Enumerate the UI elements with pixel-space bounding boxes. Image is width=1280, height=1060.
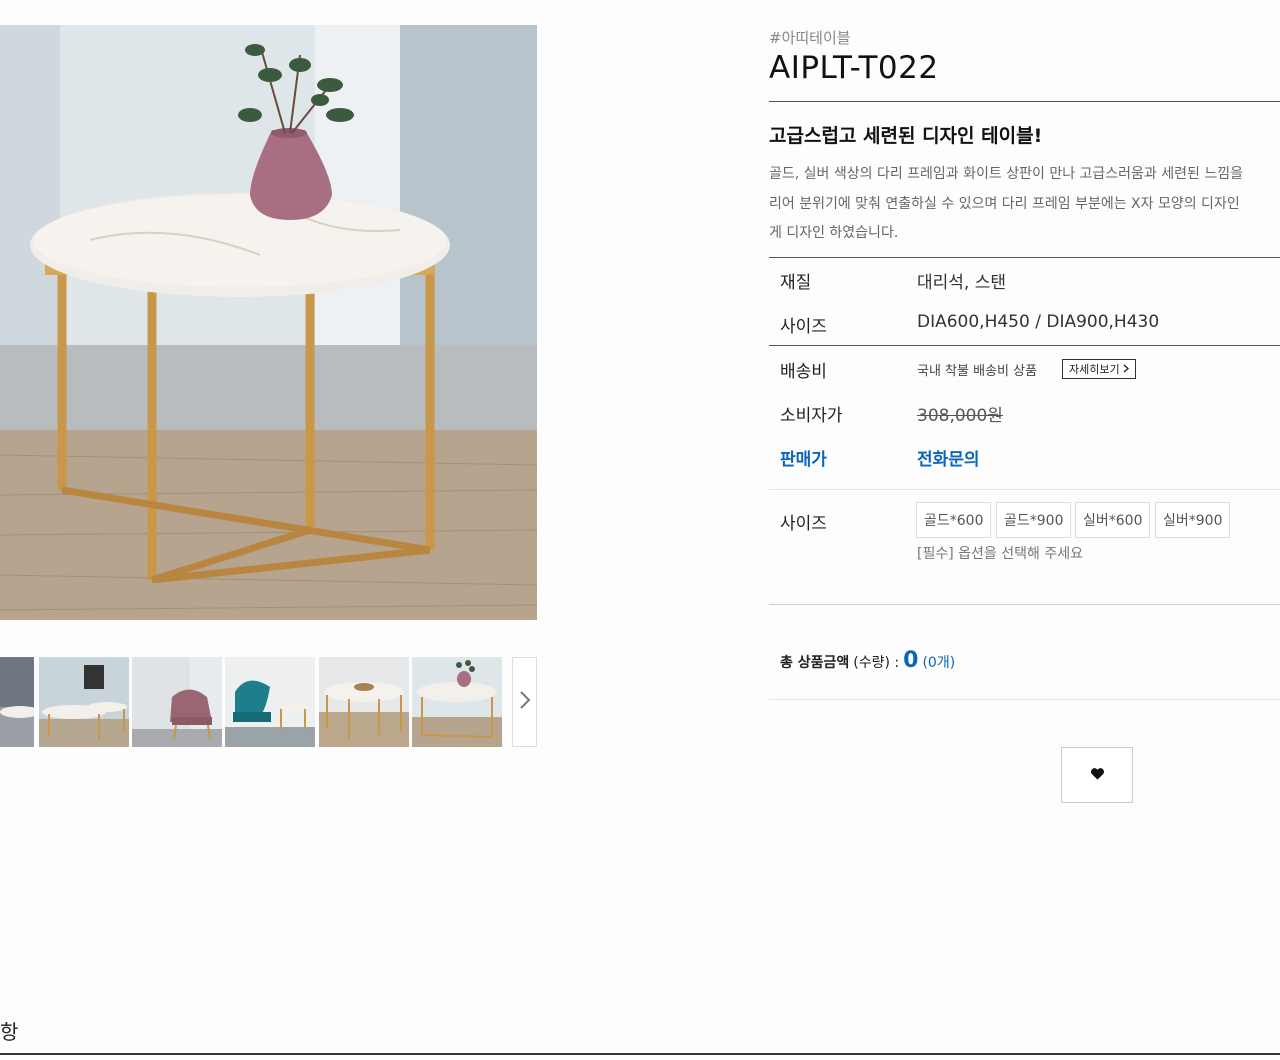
bottom-tab-label[interactable]: 항: [0, 1016, 18, 1045]
option-gold-900[interactable]: 골드*900: [996, 502, 1072, 538]
option-gold-600[interactable]: 골드*600: [916, 502, 992, 538]
thumbnail-4[interactable]: [225, 657, 315, 747]
title-divider: [769, 101, 1280, 102]
total-label: 총 상품금액: [780, 655, 850, 671]
shipping-value: 국내 착불 배송비 상품: [917, 364, 1038, 379]
main-product-image: [0, 25, 537, 620]
shipping-detail-label: 자세히보기: [1069, 363, 1120, 376]
description-line: 게 디자인 하였습니다.: [769, 225, 899, 241]
description-line: 리어 분위기에 맞춰 연출하실 수 있으며 다리 프레임 부분에는 X자 모양의…: [769, 195, 1240, 212]
total-quantity: (0개): [922, 655, 956, 671]
thumbnail-1[interactable]: [0, 657, 34, 747]
sale-price-label: 판매가: [780, 450, 827, 470]
wishlist-button[interactable]: [1061, 747, 1133, 803]
thumbnail-next-button[interactable]: [512, 657, 537, 747]
material-label: 재질: [780, 273, 812, 293]
total-top-divider: [769, 604, 1280, 605]
product-description: 골드, 실버 색상의 다리 프레임과 화이트 상판이 만나 고급스러움과 세련된…: [769, 160, 1280, 250]
option-silver-900[interactable]: 실버*900: [1155, 502, 1231, 538]
product-title: AIPLT-T022: [769, 50, 939, 86]
option-silver-600[interactable]: 실버*600: [1075, 502, 1151, 538]
consumer-price-value: 308,000원: [917, 406, 1003, 426]
total-bottom-divider: [769, 699, 1280, 700]
total-price: 총 상품금액 (수량) : 0 (0개): [780, 648, 955, 673]
thumbnail-strip: [0, 657, 540, 747]
thumbnail-2[interactable]: [39, 657, 129, 747]
thumbnail-3[interactable]: [132, 657, 222, 747]
description-line: 골드, 실버 색상의 다리 프레임과 화이트 상판이 만나 고급스러움과 세련된…: [769, 166, 1243, 182]
material-value: 대리석, 스탠: [917, 273, 1007, 293]
spec-mid-divider: [769, 345, 1280, 346]
thumbnail-5[interactable]: [319, 657, 409, 747]
thumbnail-6[interactable]: [412, 657, 502, 747]
size-value: DIA600,H450 / DIA900,H430: [917, 312, 1160, 332]
chevron-right-icon: [519, 690, 531, 714]
product-detail-page: #아띠테이블 AIPLT-T022 고급스럽고 세련된 디자인 테이블! 골드,…: [0, 0, 1280, 1060]
shipping-detail-button[interactable]: 자세히보기: [1062, 359, 1136, 379]
product-headline: 고급스럽고 세련된 디자인 테이블!: [769, 125, 1043, 147]
heart-icon: [1090, 766, 1105, 785]
shipping-label: 배송비: [780, 362, 827, 382]
sale-price-value: 전화문의: [917, 450, 980, 470]
total-qty-label: (수량) :: [853, 655, 900, 671]
size-label: 사이즈: [780, 317, 827, 337]
option-divider: [769, 489, 1280, 490]
option-label: 사이즈: [780, 514, 827, 534]
total-amount: 0: [903, 648, 919, 673]
option-required-hint: [필수] 옵션을 선택해 주세요: [917, 546, 1083, 562]
product-hashtag[interactable]: #아띠테이블: [769, 27, 851, 48]
chevron-right-icon: [1123, 363, 1129, 376]
consumer-price-label: 소비자가: [780, 406, 843, 426]
bottom-divider: [0, 1053, 1280, 1055]
spec-top-divider: [769, 257, 1280, 258]
